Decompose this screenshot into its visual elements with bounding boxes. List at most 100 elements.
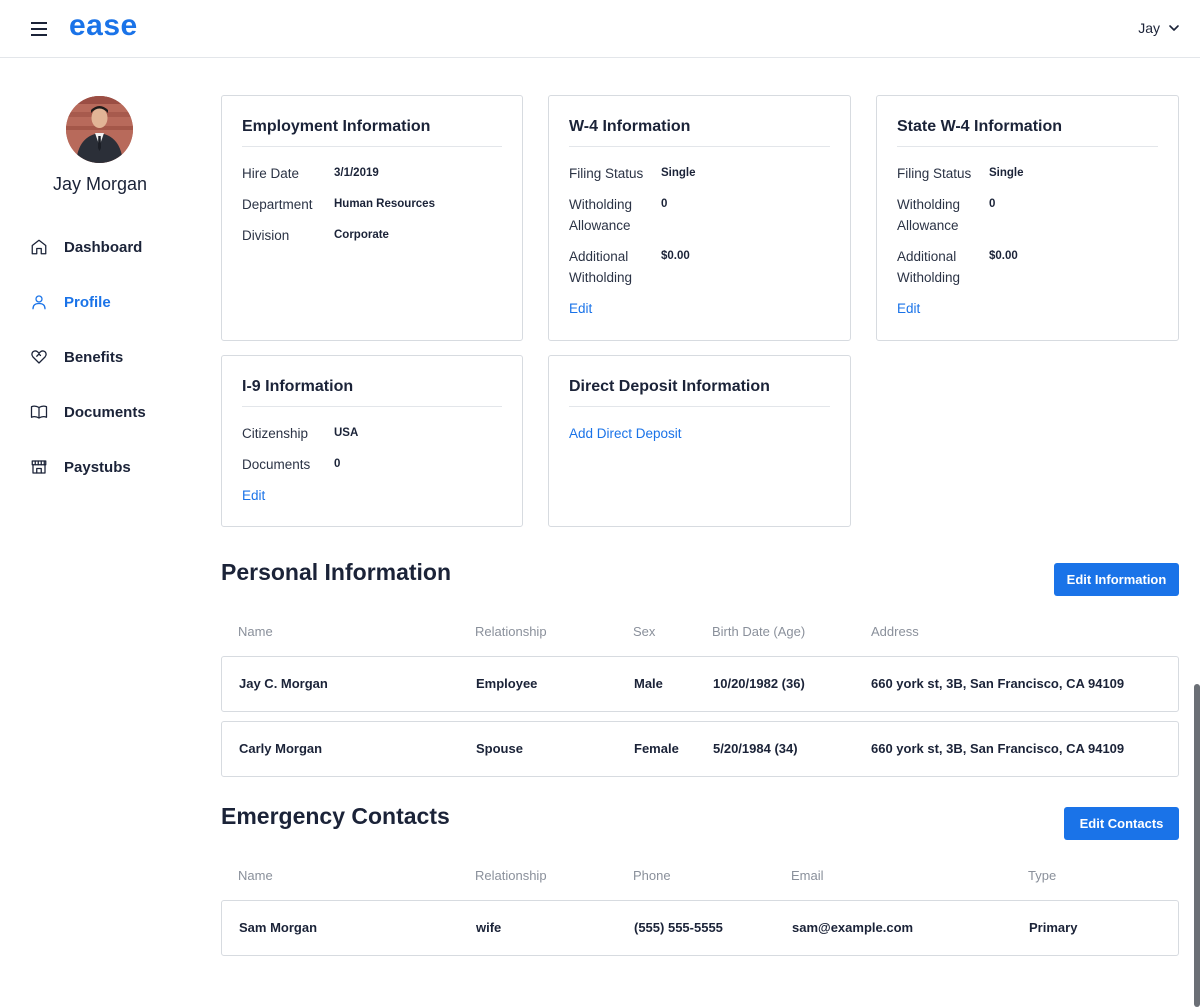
card-title: I-9 Information <box>242 378 502 407</box>
additional-withholding-row: Additional Witholding $0.00 <box>569 246 830 288</box>
withholding-allowance-row: Witholding Allowance 0 <box>569 194 830 236</box>
cell-sex: Female <box>634 741 679 756</box>
personal-table-header: Name Relationship Sex Birth Date (Age) A… <box>221 624 1179 644</box>
division-row: Division Corporate <box>242 225 502 246</box>
sidebar-item-label: Paystubs <box>64 458 131 476</box>
hire-date-label: Hire Date <box>242 166 300 181</box>
cell-name: Jay C. Morgan <box>239 676 328 691</box>
logo[interactable]: ease <box>69 9 138 43</box>
user-name: Jay <box>1138 20 1160 36</box>
edit-contacts-button[interactable]: Edit Contacts <box>1064 807 1179 840</box>
state-w4-info-card: State W-4 Information Filing Status Sing… <box>876 95 1179 341</box>
sidebar-item-label: Benefits <box>64 348 124 366</box>
sidebar-item-profile[interactable]: Profile <box>30 290 111 314</box>
additional-withholding-value: $0.00 <box>989 250 1018 262</box>
store-icon <box>31 460 47 474</box>
sidebar-item-documents[interactable]: Documents <box>30 400 146 424</box>
citizenship-value: USA <box>334 427 359 439</box>
table-row[interactable]: Sam Morgan wife (555) 555-5555 sam@examp… <box>221 900 1179 956</box>
card-title: State W-4 Information <box>897 118 1158 147</box>
sidebar-item-label: Documents <box>64 403 146 421</box>
withholding-allowance-label: Witholding Allowance <box>569 197 633 233</box>
documents-value: 0 <box>334 458 341 470</box>
department-row: Department Human Resources <box>242 194 502 215</box>
sidebar-item-benefits[interactable]: Benefits <box>30 345 123 369</box>
cell-relationship: wife <box>476 920 502 935</box>
documents-label: Documents <box>242 457 311 472</box>
emergency-contacts-title: Emergency Contacts <box>221 803 450 829</box>
table-row[interactable]: Jay C. Morgan Employee Male 10/20/1982 (… <box>221 656 1179 712</box>
cell-address: 660 york st, 3B, San Francisco, CA 94109 <box>871 676 1125 691</box>
documents-row: Documents 0 <box>242 454 502 475</box>
additional-withholding-label: Additional Witholding <box>569 249 633 285</box>
column-header: Birth Date (Age) <box>712 624 806 639</box>
column-header: Type <box>1028 868 1057 883</box>
citizenship-row: Citizenship USA <box>242 423 502 444</box>
withholding-allowance-value: 0 <box>989 198 996 210</box>
column-header: Relationship <box>475 868 547 883</box>
column-header: Name <box>238 868 273 883</box>
card-title: Employment Information <box>242 118 502 147</box>
employment-info-card: Employment Information Hire Date 3/1/201… <box>221 95 523 341</box>
user-icon <box>32 295 46 310</box>
edit-state-w4-link[interactable]: Edit <box>897 298 1158 319</box>
sidebar-item-label: Profile <box>64 293 111 311</box>
cell-birth-date: 10/20/1982 (36) <box>713 676 805 691</box>
card-title: Direct Deposit Information <box>569 378 830 407</box>
personal-info-title: Personal Information <box>221 559 452 585</box>
scrollbar[interactable] <box>1194 684 1200 1007</box>
withholding-allowance-label: Witholding Allowance <box>897 197 961 233</box>
top-bar: ease Jay <box>0 0 1200 58</box>
direct-deposit-card: Direct Deposit Information Add Direct De… <box>548 355 851 527</box>
cell-sex: Male <box>634 676 663 691</box>
filing-status-value: Single <box>989 167 1024 179</box>
user-menu[interactable]: Jay <box>1138 20 1180 36</box>
hire-date-value: 3/1/2019 <box>334 167 379 179</box>
division-value: Corporate <box>334 229 389 241</box>
cell-relationship: Spouse <box>476 741 523 756</box>
book-icon <box>30 405 48 419</box>
sidebar: Jay Morgan Dashboard Profile Benefits Do… <box>0 58 200 1007</box>
sidebar-item-dashboard[interactable]: Dashboard <box>30 235 142 259</box>
column-header: Address <box>871 624 919 639</box>
hire-date-row: Hire Date 3/1/2019 <box>242 163 502 184</box>
additional-withholding-row: Additional Witholding $0.00 <box>897 246 1158 288</box>
cell-birth-date: 5/20/1984 (34) <box>713 741 798 756</box>
department-label: Department <box>242 197 313 212</box>
card-title: W-4 Information <box>569 118 830 147</box>
additional-withholding-value: $0.00 <box>661 250 690 262</box>
cell-email: sam@example.com <box>792 920 914 935</box>
column-header: Email <box>791 868 824 883</box>
w4-info-card: W-4 Information Filing Status Single Wit… <box>548 95 851 341</box>
edit-w4-link[interactable]: Edit <box>569 298 830 319</box>
filing-status-label: Filing Status <box>569 166 644 181</box>
chevron-down-icon <box>1169 25 1179 31</box>
withholding-allowance-row: Witholding Allowance 0 <box>897 194 1158 236</box>
column-header: Phone <box>633 868 671 883</box>
cell-relationship: Employee <box>476 676 538 691</box>
column-header: Name <box>238 624 273 639</box>
heart-icon <box>31 350 47 364</box>
cell-name: Carly Morgan <box>239 741 323 756</box>
edit-information-button[interactable]: Edit Information <box>1054 563 1179 596</box>
filing-status-row: Filing Status Single <box>897 163 1158 184</box>
filing-status-row: Filing Status Single <box>569 163 830 184</box>
withholding-allowance-value: 0 <box>661 198 668 210</box>
sidebar-item-paystubs[interactable]: Paystubs <box>30 455 131 479</box>
additional-withholding-label: Additional Witholding <box>897 249 961 285</box>
hamburger-menu-icon[interactable] <box>31 22 47 36</box>
home-icon <box>31 239 47 255</box>
filing-status-label: Filing Status <box>897 166 972 181</box>
division-label: Division <box>242 228 290 243</box>
add-direct-deposit-link[interactable]: Add Direct Deposit <box>569 423 830 444</box>
cell-type: Primary <box>1029 920 1078 935</box>
cell-phone: (555) 555-5555 <box>634 920 723 935</box>
citizenship-label: Citizenship <box>242 426 309 441</box>
emergency-table-header: Name Relationship Phone Email Type <box>221 868 1179 888</box>
column-header: Relationship <box>475 624 547 639</box>
edit-i9-link[interactable]: Edit <box>242 485 502 506</box>
avatar <box>66 96 133 163</box>
i9-info-card: I-9 Information Citizenship USA Document… <box>221 355 523 527</box>
table-row[interactable]: Carly Morgan Spouse Female 5/20/1984 (34… <box>221 721 1179 777</box>
column-header: Sex <box>633 624 656 639</box>
